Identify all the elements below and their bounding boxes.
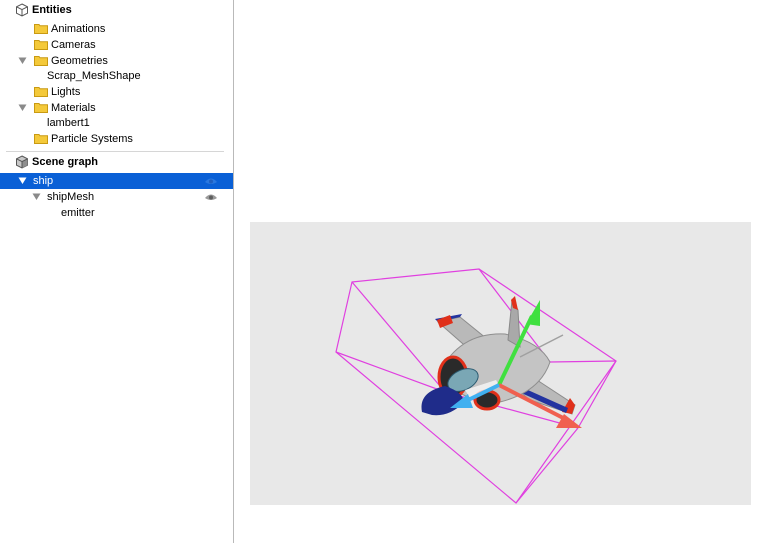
entity-cameras[interactable]: Cameras — [0, 37, 233, 53]
gizmo-y-arrow[interactable] — [526, 300, 540, 326]
entity-label: Lights — [51, 86, 81, 98]
scene-viewport[interactable] — [234, 0, 760, 543]
node-ship[interactable]: ship — [0, 173, 233, 189]
entity-label: Particle Systems — [51, 133, 133, 145]
section-divider — [6, 151, 224, 152]
entity-label: Cameras — [51, 39, 96, 51]
node-label: ship — [33, 175, 54, 187]
entity-animations[interactable]: Animations — [0, 21, 233, 37]
jet-model — [421, 296, 576, 416]
entity-scrap-meshshape[interactable]: Scrap_MeshShape — [0, 68, 233, 84]
entity-lambert1[interactable]: lambert1 — [0, 115, 233, 131]
cube-icon — [16, 155, 28, 169]
entity-label: Materials — [51, 102, 96, 114]
entity-materials[interactable]: Materials — [0, 100, 233, 116]
scene-graph-header-label: Scene graph — [32, 156, 99, 168]
scene-view[interactable] — [250, 222, 751, 505]
scene-sidebar: Entities Animations Cameras Geometries S… — [0, 0, 234, 543]
node-label: shipMesh — [47, 191, 95, 203]
entity-geometries[interactable]: Geometries — [0, 53, 233, 69]
folder-icon — [34, 87, 48, 97]
entity-label: Scrap_MeshShape — [47, 70, 141, 82]
entities-header-label: Entities — [32, 4, 72, 16]
scene-canvas[interactable] — [250, 222, 751, 505]
eye-icon[interactable] — [204, 176, 218, 186]
folder-icon — [34, 24, 48, 34]
entity-particle-systems[interactable]: Particle Systems — [0, 131, 233, 147]
node-shipmesh[interactable]: shipMesh — [0, 189, 233, 205]
entity-label: Animations — [51, 23, 106, 35]
node-label: emitter — [61, 207, 95, 219]
entity-lights[interactable]: Lights — [0, 84, 233, 100]
disclosure-triangle-icon[interactable] — [32, 192, 41, 201]
cube-icon — [16, 3, 28, 17]
entity-label: lambert1 — [47, 117, 90, 129]
disclosure-triangle-icon[interactable] — [18, 56, 27, 65]
folder-icon — [34, 40, 48, 50]
eye-icon[interactable] — [204, 192, 218, 202]
scene-graph-header[interactable]: Scene graph — [0, 153, 233, 171]
entity-label: Geometries — [51, 55, 108, 67]
folder-icon — [34, 103, 48, 113]
node-emitter[interactable]: emitter — [0, 205, 233, 221]
entities-header[interactable]: Entities — [0, 1, 233, 19]
folder-icon — [34, 56, 48, 66]
disclosure-triangle-icon[interactable] — [18, 176, 27, 185]
folder-icon — [34, 134, 48, 144]
disclosure-triangle-icon[interactable] — [18, 103, 27, 112]
